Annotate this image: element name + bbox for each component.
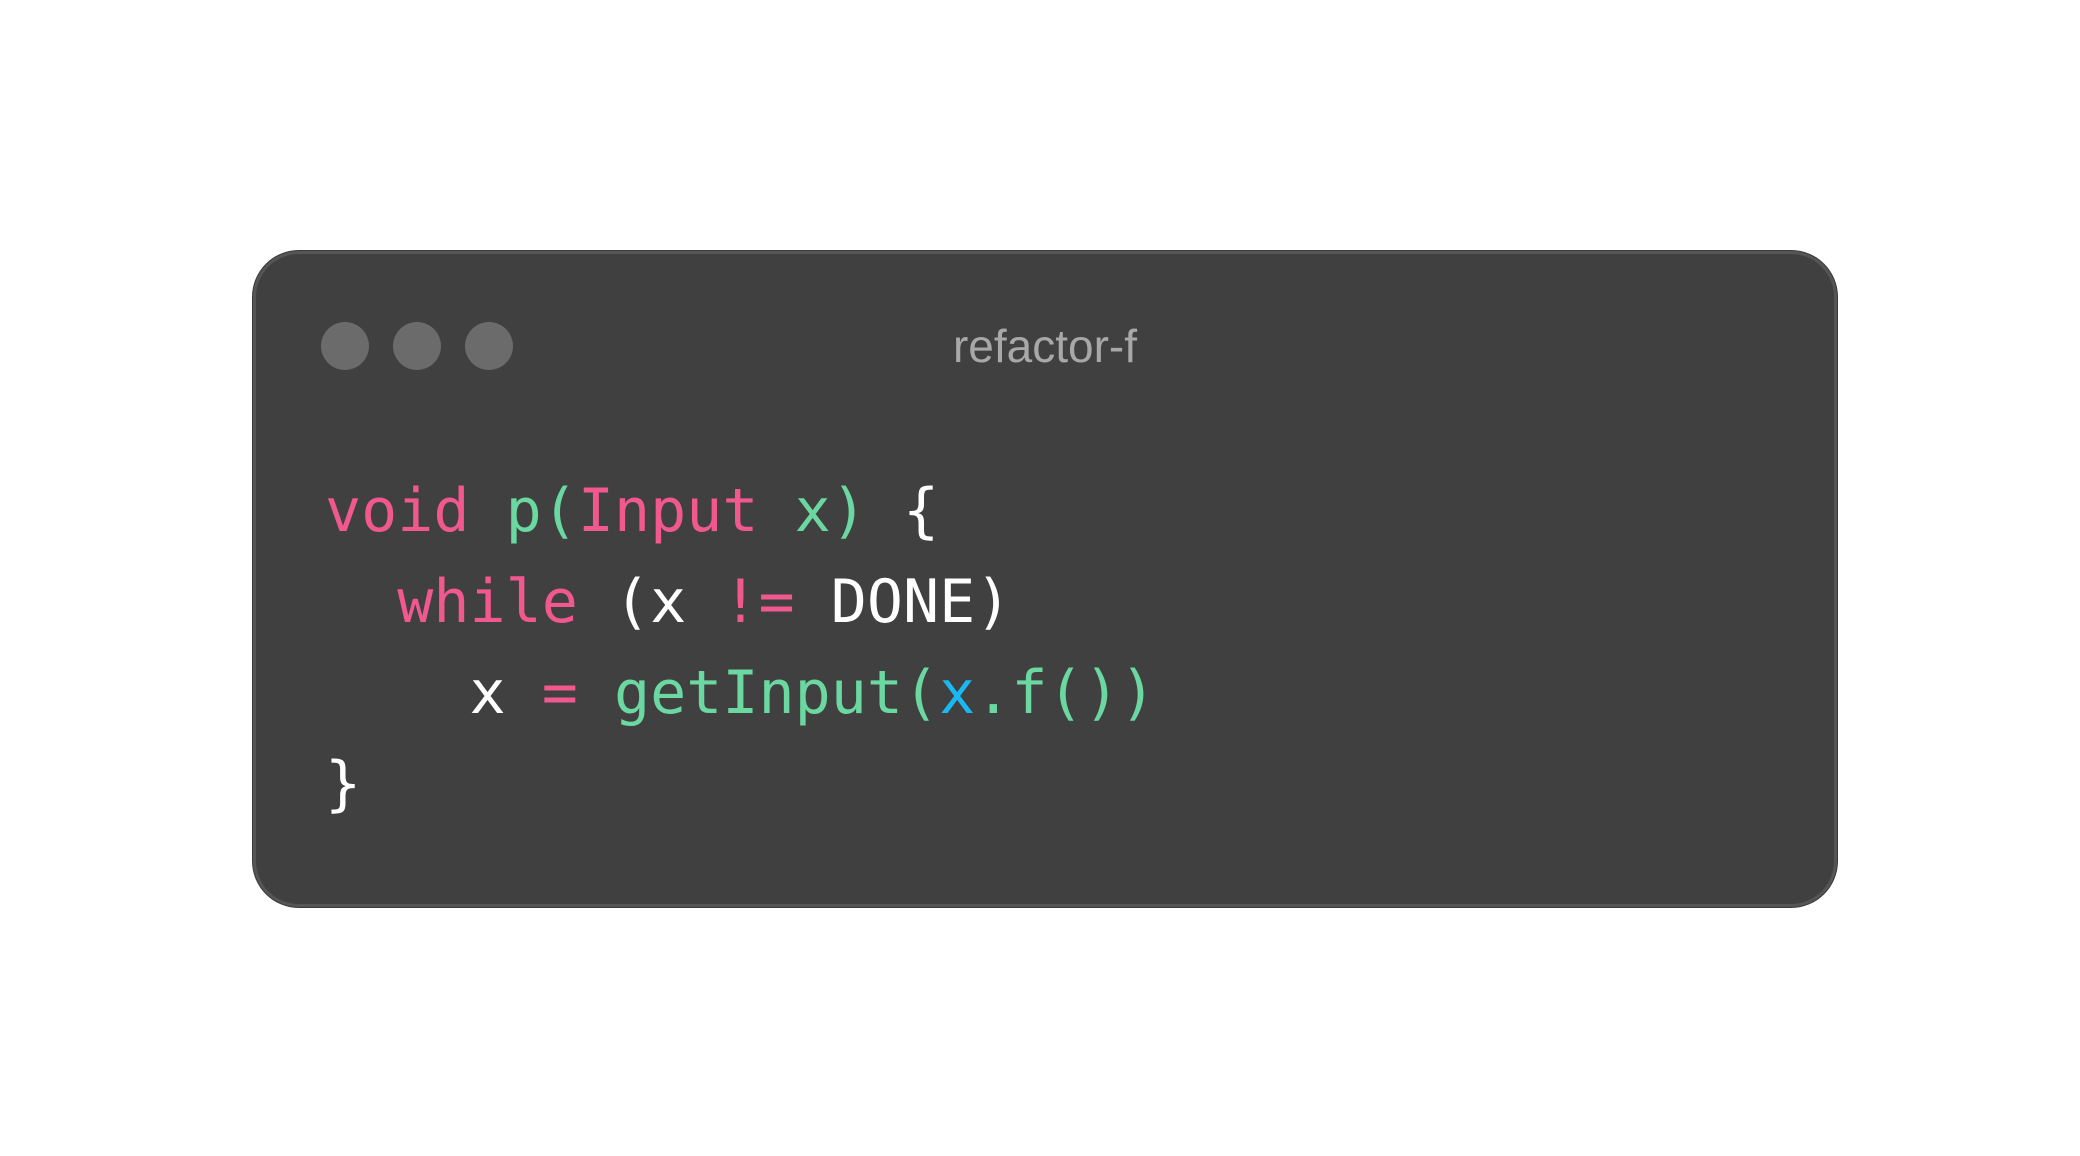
code-token-kw: != bbox=[722, 567, 795, 637]
code-line: while (x != DONE) bbox=[325, 557, 1156, 648]
code-token-kw: Input bbox=[577, 476, 759, 546]
code-line: x = getInput(x.f()) bbox=[325, 648, 1156, 739]
code-line: void p(Input x) { bbox=[325, 466, 1156, 557]
code-token-kw: void bbox=[325, 476, 470, 546]
code-token-plain: x bbox=[325, 658, 542, 728]
code-token-fn: x) bbox=[758, 476, 867, 546]
code-token-var: x bbox=[939, 658, 976, 728]
code-token-kw: while bbox=[397, 567, 578, 637]
code-token-kw: = bbox=[541, 658, 578, 728]
code-token-plain: { bbox=[866, 476, 940, 546]
code-line: } bbox=[325, 739, 1156, 830]
code-window: refactor-f void p(Input x) { while (x !=… bbox=[253, 251, 1837, 907]
code-token-plain: } bbox=[325, 749, 362, 819]
code-token-plain: (x bbox=[577, 567, 723, 637]
code-block: void p(Input x) { while (x != DONE) x = … bbox=[325, 466, 1156, 830]
window-titlebar: refactor-f bbox=[256, 254, 1834, 374]
code-token-fn: .f()) bbox=[975, 658, 1156, 728]
window-title: refactor-f bbox=[952, 320, 1138, 372]
code-token-fn: getInput( bbox=[614, 658, 940, 728]
code-token-plain: DONE) bbox=[794, 567, 1012, 637]
canvas: refactor-f void p(Input x) { while (x !=… bbox=[0, 0, 2080, 1156]
code-token-fn: p( bbox=[505, 476, 578, 546]
